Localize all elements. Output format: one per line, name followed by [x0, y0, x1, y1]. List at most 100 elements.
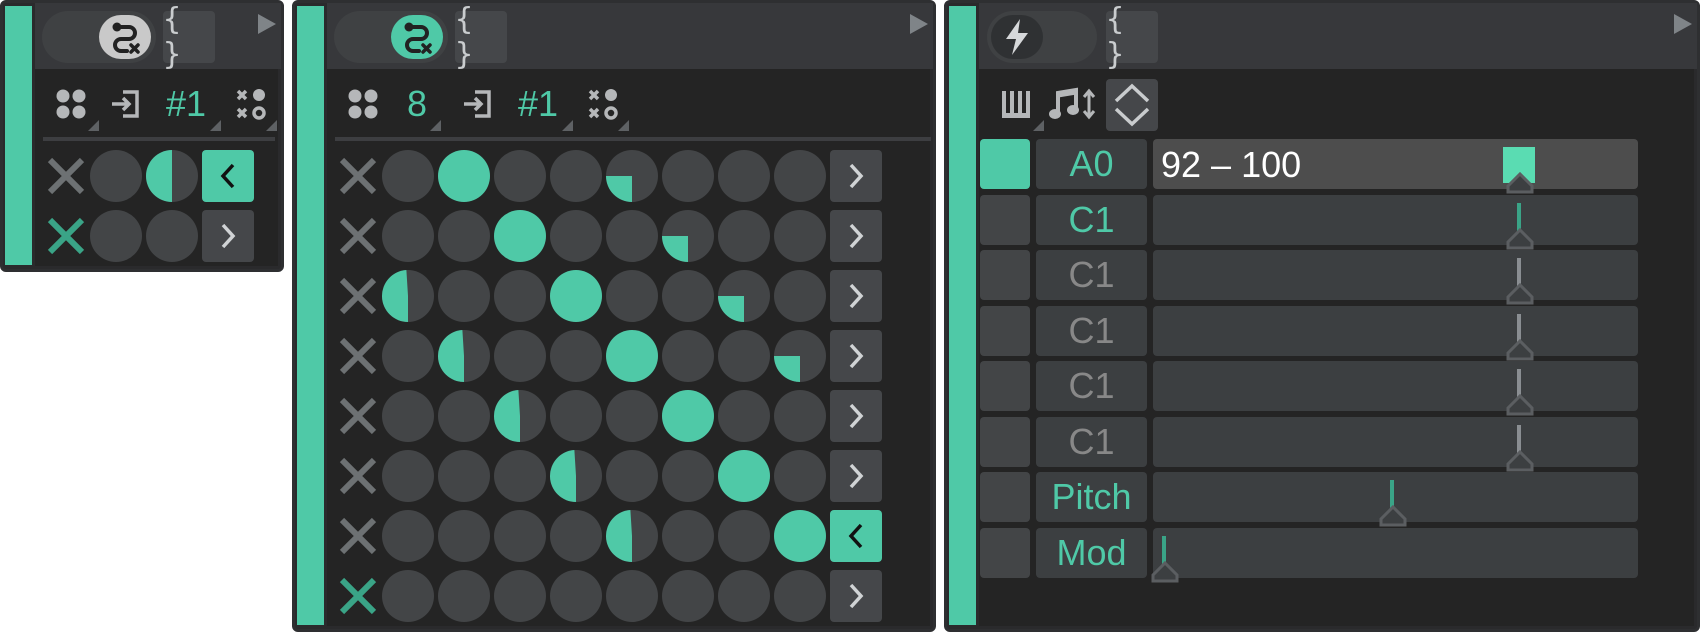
step-cell[interactable]	[494, 330, 546, 382]
expand-button[interactable]	[830, 390, 882, 442]
slider-handle-icon[interactable]	[1505, 171, 1535, 195]
play-icon[interactable]	[258, 14, 276, 34]
step-cell[interactable]	[606, 270, 658, 322]
activator-strip[interactable]	[949, 6, 976, 625]
row-select-pad[interactable]	[980, 194, 1030, 245]
step-cell[interactable]	[774, 390, 826, 442]
step-cell[interactable]	[606, 330, 658, 382]
step-cell[interactable]	[774, 210, 826, 262]
row-select-pad[interactable]	[980, 472, 1030, 522]
pattern-button[interactable]	[341, 79, 385, 129]
step-cell[interactable]	[718, 330, 770, 382]
step-cell[interactable]	[550, 390, 602, 442]
note-label[interactable]: C1	[1036, 250, 1147, 300]
step-cell[interactable]	[774, 450, 826, 502]
velocity-range-slider[interactable]	[1153, 472, 1638, 527]
step-cell[interactable]	[550, 330, 602, 382]
velocity-range-slider[interactable]	[1153, 194, 1638, 249]
mute-toggle[interactable]	[336, 394, 380, 438]
step-cell[interactable]	[494, 570, 546, 622]
input-button[interactable]	[457, 79, 497, 129]
step-cell[interactable]	[438, 270, 490, 322]
mode-button[interactable]	[229, 79, 277, 131]
step-cell[interactable]	[606, 210, 658, 262]
expand-button[interactable]	[830, 450, 882, 502]
slider-handle-icon[interactable]	[1150, 560, 1180, 584]
step-cell[interactable]	[438, 450, 490, 502]
step-cell[interactable]	[438, 210, 490, 262]
play-icon[interactable]	[1674, 14, 1692, 34]
step-cell[interactable]	[146, 150, 198, 202]
step-cell[interactable]	[550, 210, 602, 262]
mute-toggle[interactable]	[44, 154, 88, 198]
channel-selector[interactable]: #1	[155, 79, 221, 131]
step-cell[interactable]	[382, 270, 434, 322]
note-label[interactable]: C1	[1036, 416, 1147, 467]
step-cell[interactable]	[606, 570, 658, 622]
step-cell[interactable]	[382, 390, 434, 442]
step-cell[interactable]	[662, 150, 714, 202]
velocity-range-slider[interactable]	[1153, 361, 1638, 416]
note-label[interactable]: C1	[1036, 361, 1147, 411]
trigger-toggle[interactable]	[987, 11, 1097, 63]
mute-toggle[interactable]	[336, 454, 380, 498]
step-cell[interactable]	[494, 210, 546, 262]
step-cell[interactable]	[90, 210, 142, 262]
note-label[interactable]: Pitch	[1036, 472, 1147, 522]
step-cell[interactable]	[382, 450, 434, 502]
keys-button[interactable]	[994, 79, 1044, 131]
step-cell[interactable]	[494, 150, 546, 202]
activator-strip[interactable]	[5, 6, 32, 265]
step-cell[interactable]	[494, 270, 546, 322]
mute-toggle[interactable]	[336, 574, 380, 618]
expand-button[interactable]	[202, 210, 254, 262]
mute-toggle[interactable]	[336, 514, 380, 558]
collapse-button[interactable]	[830, 510, 882, 562]
expand-button[interactable]	[830, 150, 882, 202]
step-cell[interactable]	[718, 270, 770, 322]
step-cell[interactable]	[550, 270, 602, 322]
step-cell[interactable]	[494, 450, 546, 502]
activator-strip[interactable]	[297, 6, 324, 625]
step-cell[interactable]	[550, 570, 602, 622]
code-braces-button[interactable]: { }	[455, 2, 507, 72]
velocity-range-slider[interactable]	[1153, 250, 1638, 305]
step-cell[interactable]	[606, 510, 658, 562]
note-label[interactable]: C1	[1036, 194, 1147, 245]
code-braces-button[interactable]: { }	[1106, 2, 1158, 72]
mute-toggle[interactable]	[336, 274, 380, 318]
step-cell[interactable]	[90, 150, 142, 202]
steps-selector[interactable]: 8	[395, 79, 441, 131]
step-cell[interactable]	[606, 390, 658, 442]
input-button[interactable]	[105, 79, 145, 129]
route-toggle[interactable]	[42, 11, 156, 63]
code-braces-button[interactable]: { }	[163, 2, 215, 72]
slider-handle-icon[interactable]	[1505, 338, 1535, 362]
slider-handle-icon[interactable]	[1378, 504, 1408, 528]
up-down-stepper[interactable]	[1106, 79, 1158, 131]
velocity-range-slider[interactable]: 92 – 100	[1153, 139, 1638, 194]
mode-button[interactable]	[581, 79, 629, 131]
route-toggle[interactable]	[334, 11, 448, 63]
collapse-button[interactable]	[202, 150, 254, 202]
step-cell[interactable]	[438, 510, 490, 562]
pattern-button[interactable]	[49, 79, 99, 131]
step-cell[interactable]	[774, 510, 826, 562]
step-cell[interactable]	[438, 390, 490, 442]
step-cell[interactable]	[606, 450, 658, 502]
step-cell[interactable]	[718, 150, 770, 202]
velocity-range-slider[interactable]	[1151, 527, 1638, 582]
mute-toggle[interactable]	[44, 214, 88, 258]
step-cell[interactable]	[774, 570, 826, 622]
step-cell[interactable]	[662, 570, 714, 622]
mute-toggle[interactable]	[336, 334, 380, 378]
step-cell[interactable]	[774, 270, 826, 322]
step-cell[interactable]	[718, 510, 770, 562]
step-cell[interactable]	[550, 150, 602, 202]
step-cell[interactable]	[718, 450, 770, 502]
step-cell[interactable]	[438, 330, 490, 382]
channel-selector[interactable]: #1	[507, 79, 573, 131]
note-label[interactable]: C1	[1036, 305, 1147, 356]
mute-toggle[interactable]	[336, 214, 380, 258]
step-cell[interactable]	[662, 270, 714, 322]
